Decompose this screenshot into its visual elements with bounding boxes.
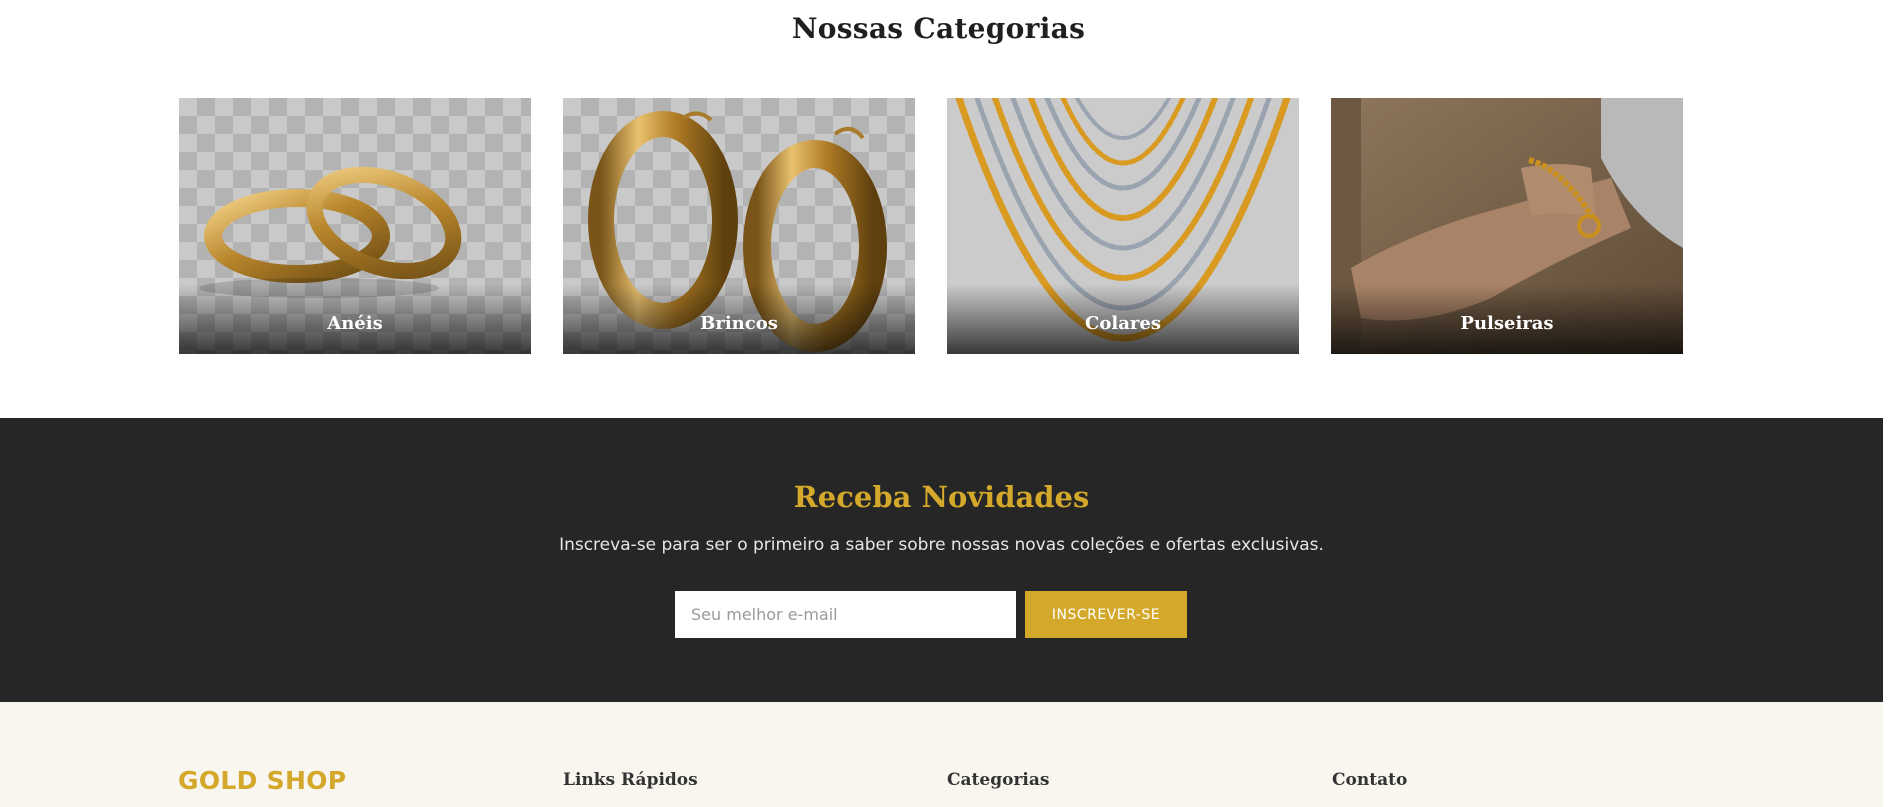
category-label-bracelets: Pulseiras bbox=[1460, 313, 1554, 334]
newsletter-title: Receba Novidades bbox=[793, 480, 1090, 514]
newsletter-description: Inscreva-se para ser o primeiro a saber … bbox=[559, 535, 1324, 555]
categories-title: Nossas Categorias bbox=[791, 12, 1086, 45]
category-card-rings[interactable]: Anéis bbox=[179, 98, 531, 354]
site-footer: GOLD SHOP Links Rápidos Categorias Conta… bbox=[0, 702, 1883, 807]
newsletter-email-input[interactable] bbox=[675, 591, 1016, 638]
category-card-earrings[interactable]: Brincos bbox=[563, 98, 915, 354]
categories-section: Nossas Categorias Anéis Brincos Colares … bbox=[0, 0, 1898, 420]
category-card-necklaces[interactable]: Colares bbox=[947, 98, 1299, 354]
category-label-necklaces: Colares bbox=[1085, 313, 1161, 334]
scrollbar-track[interactable] bbox=[1883, 418, 1898, 807]
footer-heading-categories: Categorias bbox=[947, 770, 1050, 790]
category-label-rings: Anéis bbox=[327, 313, 383, 334]
footer-heading-contact: Contato bbox=[1332, 770, 1408, 790]
category-card-bracelets[interactable]: Pulseiras bbox=[1331, 98, 1683, 354]
footer-logo[interactable]: GOLD SHOP bbox=[178, 766, 346, 795]
category-label-earrings: Brincos bbox=[700, 313, 778, 334]
newsletter-section: Receba Novidades Inscreva-se para ser o … bbox=[0, 418, 1883, 702]
footer-heading-quick-links: Links Rápidos bbox=[563, 770, 698, 790]
categories-grid: Anéis Brincos Colares Pulseiras bbox=[179, 98, 1683, 354]
subscribe-button[interactable]: INSCREVER-SE bbox=[1025, 591, 1187, 638]
